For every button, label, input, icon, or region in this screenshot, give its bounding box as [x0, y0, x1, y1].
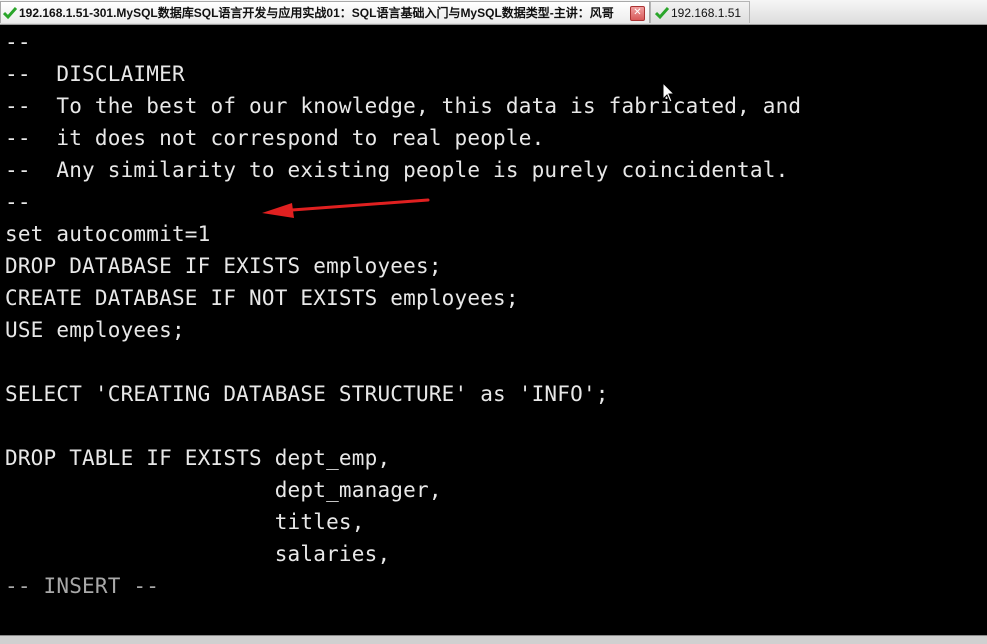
bottom-scroll-strip [0, 635, 987, 644]
tab-title: 192.168.1.51 [671, 5, 742, 20]
terminal-screen[interactable]: -- -- DISCLAIMER -- To the best of our k… [0, 26, 987, 636]
check-icon [655, 6, 669, 19]
mouse-cursor-icon [662, 82, 676, 103]
close-tab-button[interactable]: ✕ [630, 6, 645, 21]
tab-active-session[interactable]: 192.168.1.51-301.MySQL数据库SQL语言开发与应用实战01：… [0, 1, 650, 23]
tab-second-session[interactable]: 192.168.1.51 [650, 1, 750, 23]
tab-bar: 192.168.1.51-301.MySQL数据库SQL语言开发与应用实战01：… [0, 0, 987, 25]
tab-title: 192.168.1.51-301.MySQL数据库SQL语言开发与应用实战01：… [19, 6, 614, 20]
check-icon [3, 6, 17, 19]
annotation-arrow-icon [262, 198, 430, 218]
